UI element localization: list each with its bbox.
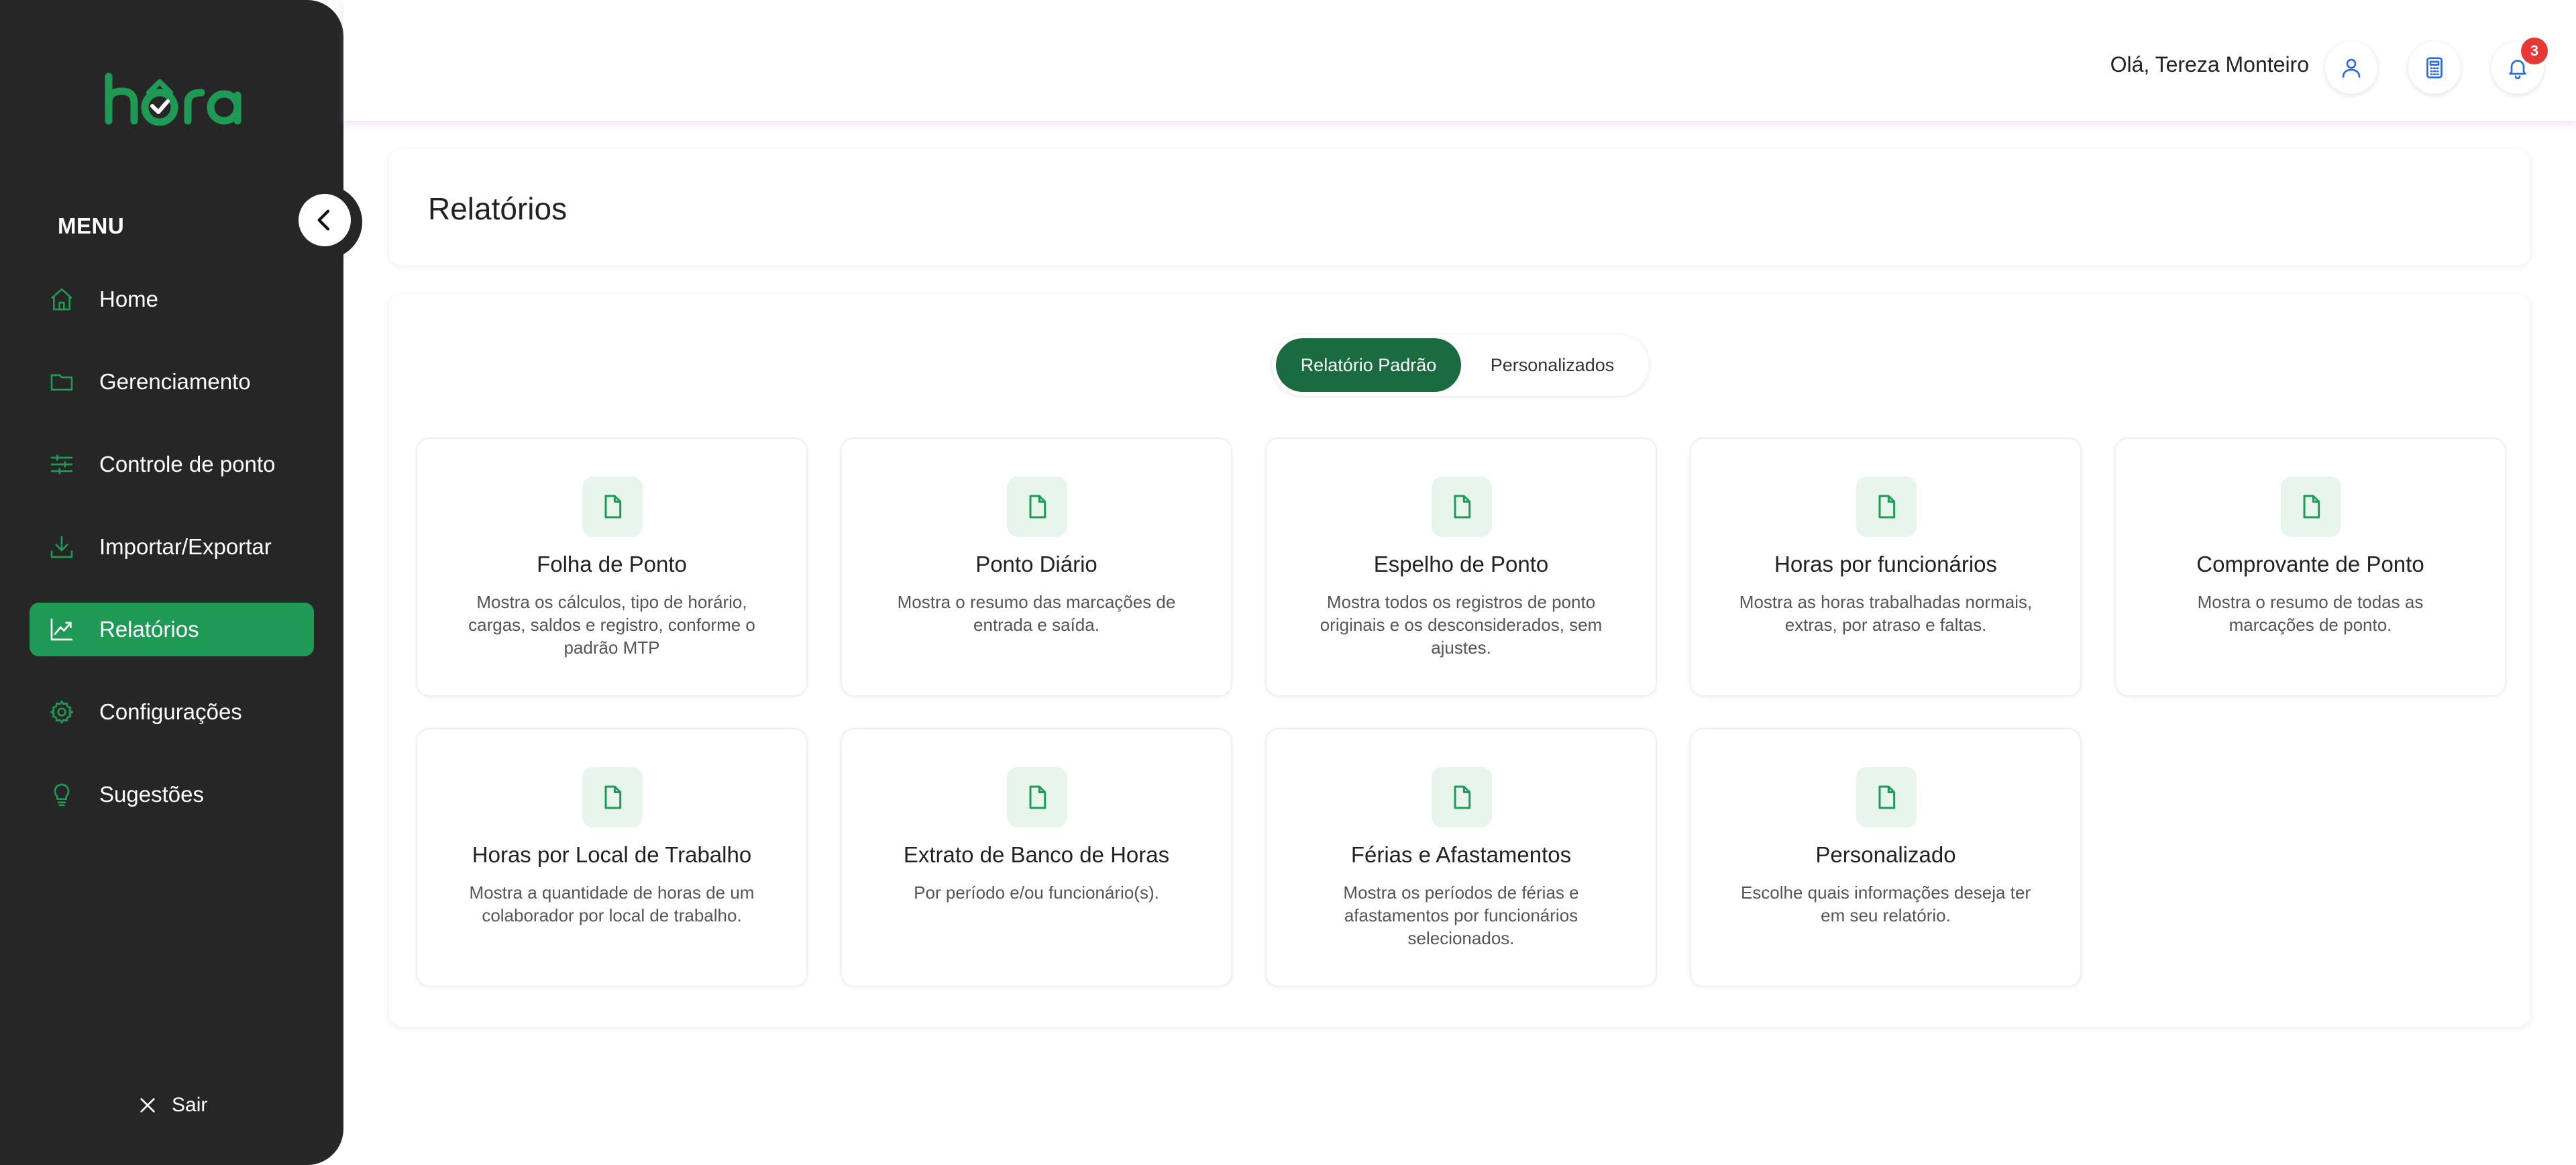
- report-description: Mostra a quantidade de horas de um colab…: [469, 882, 755, 925]
- lightbulb-icon: [48, 781, 75, 808]
- notification-badge: 3: [2521, 38, 2548, 64]
- file-icon: [1856, 476, 1917, 537]
- report-title: Férias e Afastamentos: [1350, 842, 1572, 867]
- report-type-toggle: Relatório Padrão Personalizados: [1272, 334, 1649, 396]
- report-card-ferias-e-afastamentos[interactable]: Férias e Afastamentos Mostra os períodos…: [1265, 728, 1657, 987]
- calculator-button[interactable]: [2408, 42, 2461, 94]
- report-card-folha-de-ponto[interactable]: Folha de Ponto Mostra os cálculos, tipo …: [416, 438, 808, 697]
- report-card-ponto-diario[interactable]: Ponto Diário Mostra o resumo das marcaçõ…: [841, 438, 1232, 697]
- logout-button[interactable]: Sair: [137, 1094, 207, 1117]
- sidebar-item-gerenciamento[interactable]: Gerenciamento: [30, 355, 314, 409]
- report-card-extrato-de-banco-de-horas[interactable]: Extrato de Banco de Horas Por período e/…: [841, 728, 1232, 987]
- sidebar-item-label: Configurações: [99, 699, 242, 724]
- download-icon: [48, 534, 75, 560]
- sidebar-item-label: Importar/Exportar: [99, 534, 272, 559]
- gear-icon: [48, 699, 75, 725]
- sidebar-item-label: Relatórios: [99, 617, 199, 642]
- file-icon: [1007, 476, 1067, 537]
- report-title: Personalizado: [1815, 842, 1956, 867]
- sidebar-item-sugestoes[interactable]: Sugestões: [30, 768, 314, 821]
- report-title: Horas por funcionários: [1774, 552, 1997, 576]
- file-icon: [2281, 476, 2341, 537]
- sidebar-item-home[interactable]: Home: [30, 272, 314, 326]
- report-description: Escolhe quais informações deseja ter em …: [1740, 882, 2031, 925]
- notifications-button[interactable]: 3: [2491, 38, 2548, 94]
- file-icon: [1432, 476, 1492, 537]
- app-window: MENU Home Gerenciamento Controle de pont…: [0, 0, 2576, 1165]
- sidebar-item-label: Home: [99, 287, 159, 311]
- chevron-left-icon: [317, 209, 330, 231]
- sidebar-item-relatorios[interactable]: Relatórios: [30, 603, 314, 656]
- hora-logo: [103, 72, 345, 140]
- file-icon: [1856, 767, 1917, 827]
- report-title: Horas por Local de Trabalho: [472, 842, 752, 867]
- sidebar-item-configuracoes[interactable]: Configurações: [30, 685, 314, 739]
- page-title: Relatórios: [428, 191, 568, 226]
- file-icon: [582, 767, 643, 827]
- report-description: Por período e/ou funcionário(s).: [914, 882, 1159, 903]
- logout-label: Sair: [172, 1094, 208, 1116]
- file-icon: [1007, 767, 1067, 827]
- close-icon: [140, 1098, 155, 1113]
- top-bar: Olá, Tereza Monteiro 3: [343, 0, 2576, 121]
- report-title: Extrato de Banco de Horas: [903, 842, 1170, 867]
- report-card-comprovante-de-ponto[interactable]: Comprovante de Ponto Mostra o resumo de …: [2114, 438, 2506, 697]
- report-title: Comprovante de Ponto: [2196, 552, 2424, 576]
- report-description: Mostra os cálculos, tipo de horário, car…: [468, 592, 755, 658]
- sidebar-item-label: Controle de ponto: [99, 452, 276, 476]
- report-card-espelho-de-ponto[interactable]: Espelho de Ponto Mostra todos os registr…: [1265, 438, 1657, 697]
- profile-button[interactable]: [2325, 42, 2377, 94]
- sidebar-item-controle-de-ponto[interactable]: Controle de ponto: [30, 438, 314, 491]
- title-card: Relatórios: [389, 149, 2530, 266]
- report-description: Mostra o resumo de todas as marcações de…: [2197, 592, 2424, 635]
- user-greeting: Olá, Tereza Monteiro: [2110, 52, 2309, 77]
- file-icon: [582, 476, 643, 537]
- report-description: Mostra as horas trabalhadas normais, ext…: [1739, 592, 2033, 635]
- sidebar: MENU Home Gerenciamento Controle de pont…: [0, 0, 343, 1165]
- chart-line-icon: [48, 616, 75, 643]
- report-description: Mostra todos os registros de ponto origi…: [1320, 592, 1603, 658]
- tab-personalizados[interactable]: Personalizados: [1461, 338, 1644, 392]
- report-title: Espelho de Ponto: [1373, 552, 1549, 576]
- report-description: Mostra os períodos de férias e afastamen…: [1343, 882, 1579, 948]
- home-icon: [48, 286, 75, 313]
- report-description: Mostra o resumo das marcações de entrada…: [897, 592, 1176, 635]
- folder-icon: [48, 368, 75, 395]
- sidebar-nav: Home Gerenciamento Controle de ponto Imp…: [30, 272, 314, 850]
- sidebar-item-label: Sugestões: [99, 782, 204, 807]
- report-card-personalizado[interactable]: Personalizado Escolhe quais informações …: [1690, 728, 2082, 987]
- collapse-sidebar-button[interactable]: [299, 194, 351, 246]
- file-icon: [1432, 767, 1492, 827]
- report-card-horas-por-local-de-trabalho[interactable]: Horas por Local de Trabalho Mostra a qua…: [416, 728, 808, 987]
- sidebar-item-importar-exportar[interactable]: Importar/Exportar: [30, 520, 314, 574]
- report-title: Ponto Diário: [975, 552, 1097, 576]
- tab-relatorio-padrao[interactable]: Relatório Padrão: [1276, 338, 1461, 392]
- sliders-icon: [48, 451, 75, 478]
- user-icon: [2342, 58, 2361, 78]
- reports-panel: Relatório Padrão Personalizados Folha de…: [389, 294, 2530, 1027]
- sidebar-item-label: Gerenciamento: [99, 369, 251, 394]
- report-card-horas-por-funcionarios[interactable]: Horas por funcionários Mostra as horas t…: [1690, 438, 2082, 697]
- report-title: Folha de Ponto: [537, 552, 687, 576]
- calculator-icon: [2426, 57, 2443, 79]
- menu-heading: MENU: [58, 213, 125, 238]
